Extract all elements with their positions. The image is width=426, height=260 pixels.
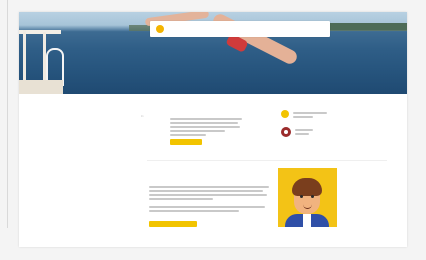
avatar-hair: [292, 178, 322, 196]
main-content: “: [19, 94, 407, 247]
text-line: [170, 122, 238, 124]
dock-deck: [19, 80, 63, 94]
text-line: [149, 198, 213, 200]
avatar-illustration: [278, 168, 337, 227]
sidebar-text-line: [293, 116, 313, 118]
nav-menu: [224, 26, 249, 30]
distant-trees: [319, 23, 407, 30]
text-line: [170, 130, 225, 132]
avatar-eye: [300, 195, 303, 198]
quote-mark-icon: “: [141, 114, 144, 123]
text-line: [149, 210, 239, 212]
text-line: [170, 126, 240, 128]
browser-viewport: “: [0, 0, 426, 260]
sidebar-text-line: [295, 133, 309, 135]
text-line: [170, 134, 206, 136]
primary-cta-button[interactable]: [170, 139, 202, 145]
text-line: [149, 206, 265, 208]
sun-logo-icon[interactable]: [156, 25, 164, 33]
red-badge-icon: [281, 127, 291, 137]
secondary-cta-button[interactable]: [149, 221, 197, 227]
web-page: “: [19, 12, 407, 247]
avatar-shirt: [303, 214, 311, 227]
text-line: [149, 190, 263, 192]
text-line: [149, 194, 267, 196]
hero-banner: [19, 12, 407, 94]
avatar-eye: [311, 195, 314, 198]
sidebar-text-line: [293, 112, 327, 114]
yellow-circle-icon: [281, 110, 289, 118]
text-line: [149, 186, 269, 188]
text-line: [170, 118, 242, 120]
section-divider: [147, 160, 387, 161]
window-divider: [7, 0, 8, 228]
sidebar-text-line: [295, 129, 313, 131]
top-navigation: [150, 21, 330, 37]
